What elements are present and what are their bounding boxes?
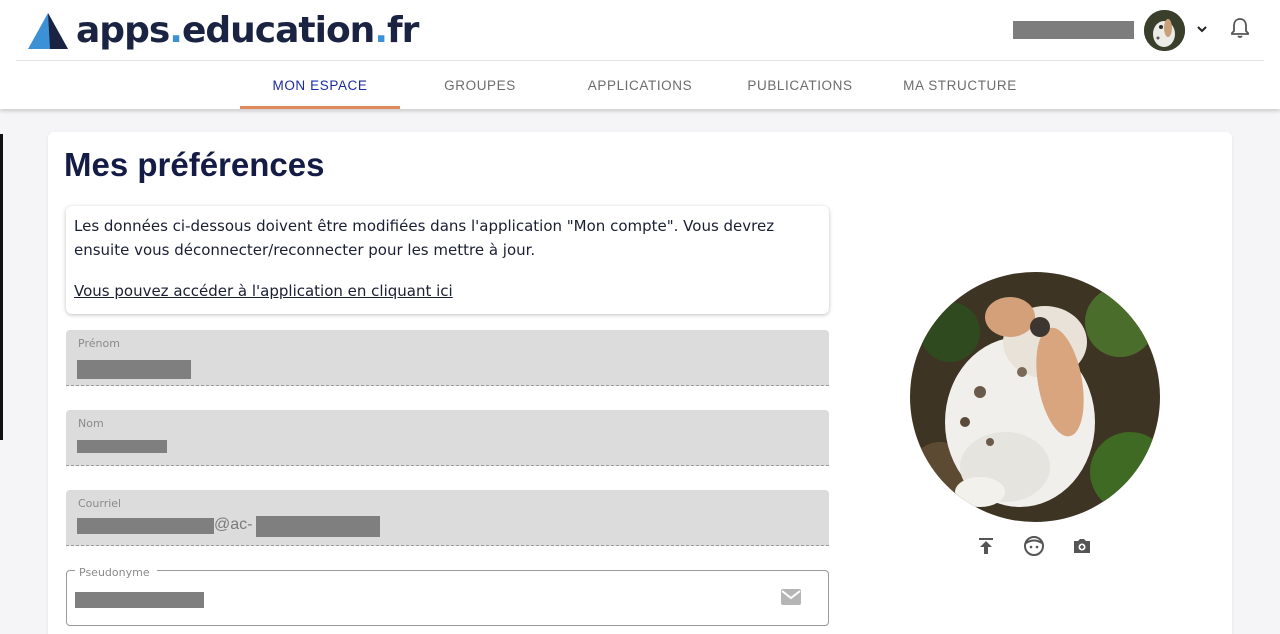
nickname-value-redacted — [75, 592, 204, 608]
email-field[interactable]: Courriel @ac- — [66, 490, 829, 546]
brand-logo[interactable]: apps.education.fr — [26, 9, 419, 53]
tab-mon-espace[interactable]: MON ESPACE — [240, 61, 400, 109]
email-label: Courriel — [78, 497, 122, 510]
rabbit-photo-icon — [910, 272, 1160, 522]
nickname-field[interactable]: Pseudonyme — [66, 566, 829, 626]
firstname-value-redacted — [77, 360, 191, 379]
nickname-label: Pseudonyme — [75, 566, 157, 579]
username-redacted[interactable] — [1013, 21, 1134, 39]
face-icon[interactable] — [1022, 534, 1046, 558]
email-domain-prefix: @ac- — [214, 516, 253, 533]
brand-name: apps.education.fr — [76, 10, 419, 51]
info-notice: Les données ci-dessous doivent être modi… — [66, 206, 829, 314]
logo-triangle-icon — [28, 13, 68, 49]
app-header: apps.education.fr MON ESPACE GROUPES APP… — [0, 0, 1280, 109]
bell-icon[interactable] — [1230, 17, 1250, 39]
mon-compte-link[interactable]: Vous pouvez accéder à l'application en c… — [74, 282, 453, 300]
upload-icon[interactable] — [974, 534, 998, 558]
rabbit-photo-icon — [1144, 10, 1185, 51]
firstname-field[interactable]: Prénom — [66, 330, 829, 386]
avatar-tools — [974, 534, 1096, 558]
page-title: Mes préférences — [64, 146, 325, 183]
email-domain-redacted — [256, 516, 380, 537]
tab-publications[interactable]: PUBLICATIONS — [720, 61, 880, 109]
camera-icon[interactable] — [1070, 534, 1094, 558]
user-avatar[interactable] — [1144, 10, 1185, 51]
lastname-label: Nom — [78, 417, 104, 430]
chevron-down-icon[interactable] — [1195, 22, 1209, 36]
preferences-card: Mes préférences Les données ci-dessous d… — [48, 132, 1232, 634]
left-edge-bar — [0, 134, 3, 440]
profile-avatar — [910, 272, 1160, 522]
mail-icon[interactable] — [780, 588, 802, 606]
main-nav: MON ESPACE GROUPES APPLICATIONS PUBLICAT… — [240, 61, 1040, 109]
email-user-redacted — [77, 518, 214, 534]
firstname-label: Prénom — [78, 337, 120, 350]
lastname-value-redacted — [77, 440, 167, 453]
tab-applications[interactable]: APPLICATIONS — [560, 61, 720, 109]
tab-groupes[interactable]: GROUPES — [400, 61, 560, 109]
info-text: Les données ci-dessous doivent être modi… — [74, 217, 775, 259]
lastname-field[interactable]: Nom — [66, 410, 829, 466]
tab-ma-structure[interactable]: MA STRUCTURE — [880, 61, 1040, 109]
